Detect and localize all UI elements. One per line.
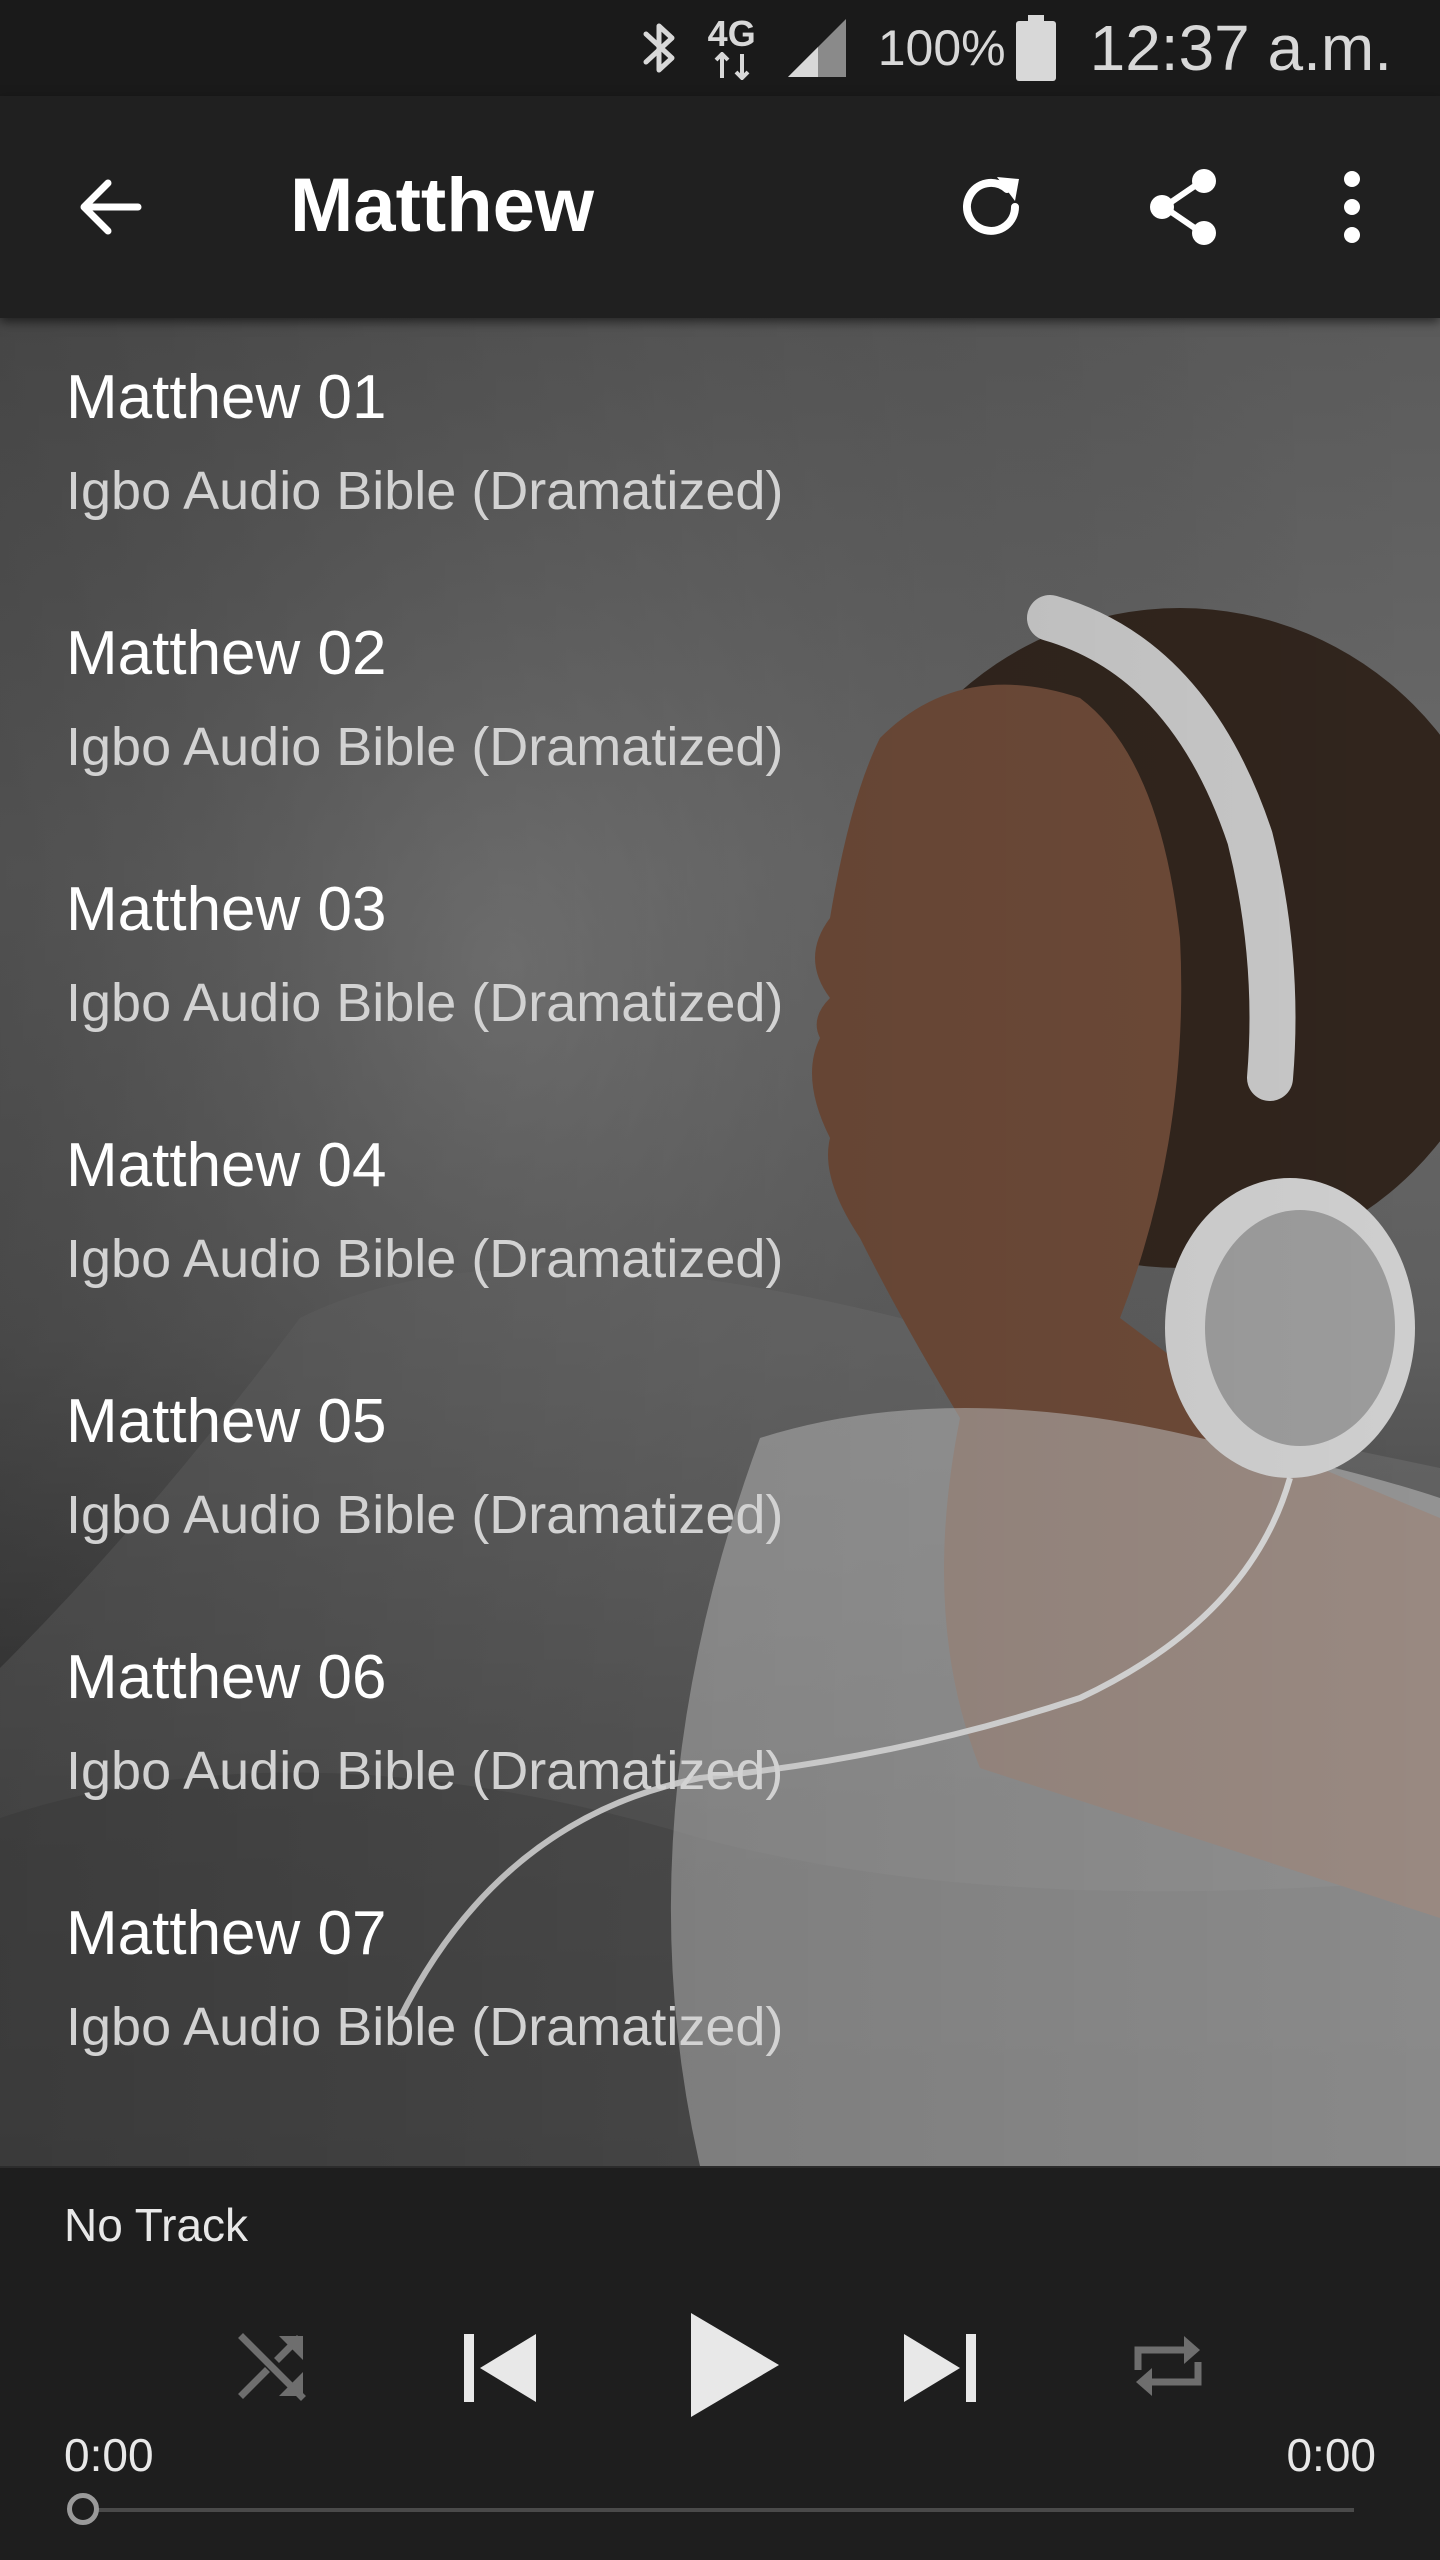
track-item[interactable]: Matthew 06 Igbo Audio Bible (Dramatized) bbox=[0, 1598, 1440, 1854]
battery-percent: 100% bbox=[877, 20, 1006, 76]
back-arrow-icon bbox=[80, 179, 142, 235]
track-subtitle: Igbo Audio Bible (Dramatized) bbox=[66, 973, 784, 1033]
app-bar: Matthew bbox=[0, 96, 1440, 318]
seek-thumb[interactable] bbox=[67, 2493, 99, 2525]
track-title: Matthew 06 bbox=[66, 1643, 387, 1712]
more-vert-icon bbox=[1344, 171, 1360, 243]
share-button[interactable] bbox=[1136, 159, 1232, 255]
track-title: Matthew 04 bbox=[66, 1131, 387, 1200]
play-button[interactable] bbox=[660, 2290, 810, 2440]
refresh-button[interactable] bbox=[943, 159, 1039, 255]
now-playing-title: No Track bbox=[64, 2199, 249, 2251]
player-bar: No Track 0:00 0:00 bbox=[0, 2166, 1440, 2560]
skip-previous-icon bbox=[464, 2334, 536, 2402]
page-title: Matthew bbox=[290, 163, 594, 248]
play-icon bbox=[691, 2313, 779, 2417]
repeat-icon bbox=[1134, 2336, 1202, 2396]
shuffle-button[interactable] bbox=[225, 2318, 321, 2414]
track-list-area[interactable]: Matthew 01 Igbo Audio Bible (Dramatized)… bbox=[0, 318, 1440, 2166]
shuffle-icon bbox=[238, 2333, 306, 2401]
status-bar: 4G 100% 12:37 a.m. bbox=[0, 0, 1440, 96]
more-options-button[interactable] bbox=[1304, 159, 1400, 255]
refresh-icon bbox=[963, 177, 1019, 235]
track-item[interactable]: Matthew 05 Igbo Audio Bible (Dramatized) bbox=[0, 1342, 1440, 1598]
clock: 12:37 a.m. bbox=[1089, 12, 1392, 84]
track-item[interactable]: Matthew 07 Igbo Audio Bible (Dramatized) bbox=[0, 1854, 1440, 2110]
track-item[interactable]: Matthew 02 Igbo Audio Bible (Dramatized) bbox=[0, 574, 1440, 830]
track-subtitle: Igbo Audio Bible (Dramatized) bbox=[66, 461, 784, 521]
track-title: Matthew 05 bbox=[66, 1387, 387, 1456]
bluetooth-icon bbox=[640, 16, 680, 80]
battery-icon bbox=[1015, 15, 1056, 81]
track-subtitle: Igbo Audio Bible (Dramatized) bbox=[66, 717, 784, 777]
repeat-button[interactable] bbox=[1120, 2318, 1216, 2414]
network-type: 4G bbox=[707, 13, 756, 54]
track-subtitle: Igbo Audio Bible (Dramatized) bbox=[66, 1741, 784, 1801]
duration-time: 0:00 bbox=[1286, 2429, 1376, 2481]
track-item[interactable]: Matthew 04 Igbo Audio Bible (Dramatized) bbox=[0, 1086, 1440, 1342]
battery-status: 100% bbox=[878, 15, 1056, 81]
track-title: Matthew 01 bbox=[66, 363, 387, 432]
previous-button[interactable] bbox=[440, 2308, 560, 2428]
signal-icon bbox=[784, 15, 850, 81]
track-item[interactable]: Matthew 01 Igbo Audio Bible (Dramatized) bbox=[0, 318, 1440, 574]
next-button[interactable] bbox=[880, 2308, 1000, 2428]
track-subtitle: Igbo Audio Bible (Dramatized) bbox=[66, 1229, 784, 1289]
track-subtitle: Igbo Audio Bible (Dramatized) bbox=[66, 1997, 784, 2057]
back-button[interactable] bbox=[62, 159, 158, 255]
track-title: Matthew 02 bbox=[66, 619, 387, 688]
seek-bar[interactable] bbox=[84, 2508, 1354, 2512]
share-icon bbox=[1150, 169, 1216, 245]
track-subtitle: Igbo Audio Bible (Dramatized) bbox=[66, 1485, 784, 1545]
track-list: Matthew 01 Igbo Audio Bible (Dramatized)… bbox=[0, 318, 1440, 2110]
skip-next-icon bbox=[904, 2334, 976, 2402]
elapsed-time: 0:00 bbox=[64, 2429, 154, 2481]
track-title: Matthew 07 bbox=[66, 1899, 387, 1968]
track-item[interactable]: Matthew 03 Igbo Audio Bible (Dramatized) bbox=[0, 830, 1440, 1086]
track-title: Matthew 03 bbox=[66, 875, 387, 944]
network-4g-icon: 4G bbox=[708, 16, 756, 80]
